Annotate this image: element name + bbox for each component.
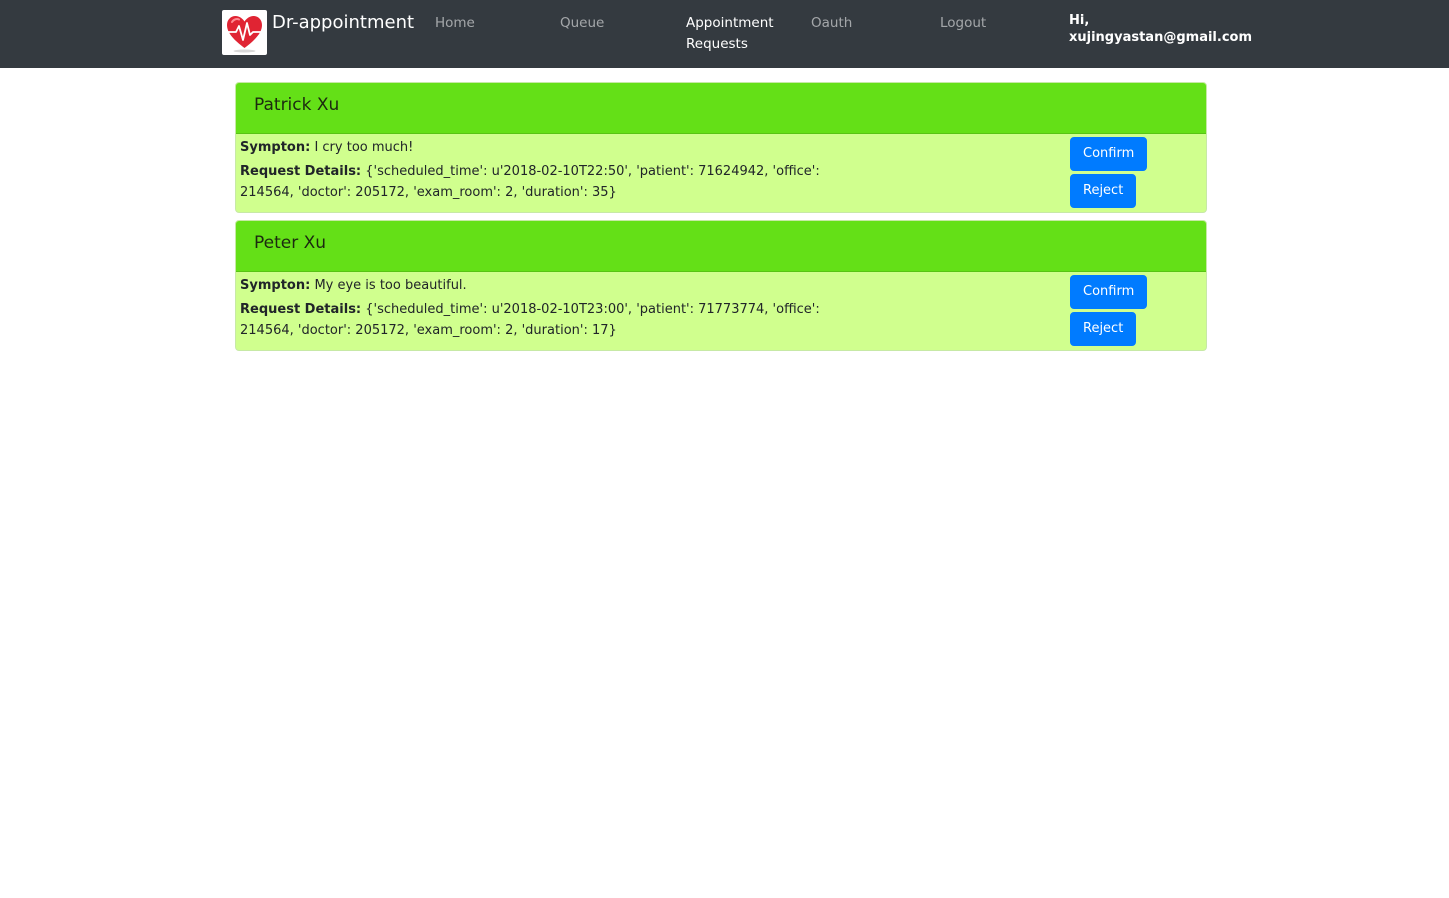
navbar: Dr-appointment Home Queue Appointment Re… bbox=[0, 0, 1449, 68]
sympton-value: My eye is too beautiful. bbox=[314, 278, 467, 293]
card-header: Patrick Xu bbox=[236, 83, 1206, 134]
reject-button[interactable]: Reject bbox=[1070, 174, 1137, 208]
request-details-line: Request Details: {'scheduled_time': u'20… bbox=[240, 299, 850, 341]
patient-name: Peter Xu bbox=[254, 233, 327, 253]
user-email: xujingyastan@gmail.com bbox=[1069, 30, 1252, 45]
nav-logout[interactable]: Logout bbox=[940, 13, 986, 34]
card-body: Sympton: I cry too much! Request Details… bbox=[236, 134, 1206, 212]
user-greeting: Hi, xujingyastan@gmail.com bbox=[1069, 12, 1269, 46]
sympton-value: I cry too much! bbox=[314, 140, 414, 155]
sympton-line: Sympton: My eye is too beautiful. bbox=[240, 275, 850, 296]
request-card: Patrick Xu Sympton: I cry too much! Requ… bbox=[235, 82, 1207, 213]
heart-pulse-icon[interactable] bbox=[222, 10, 267, 55]
request-card: Peter Xu Sympton: My eye is too beautifu… bbox=[235, 220, 1207, 351]
confirm-button[interactable]: Confirm bbox=[1070, 275, 1148, 309]
reject-button[interactable]: Reject bbox=[1070, 312, 1137, 346]
card-header: Peter Xu bbox=[236, 221, 1206, 272]
brand-name[interactable]: Dr-appointment bbox=[272, 12, 414, 33]
confirm-button[interactable]: Confirm bbox=[1070, 137, 1148, 171]
nav-appointment-requests[interactable]: Appointment Requests bbox=[686, 13, 786, 55]
nav-queue[interactable]: Queue bbox=[560, 13, 604, 34]
greeting-hi: Hi, bbox=[1069, 13, 1090, 28]
nav-home[interactable]: Home bbox=[435, 13, 475, 34]
sympton-label: Sympton: bbox=[240, 140, 311, 155]
request-details-label: Request Details: bbox=[240, 164, 362, 179]
nav-oauth[interactable]: Oauth bbox=[811, 13, 852, 34]
request-details-line: Request Details: {'scheduled_time': u'20… bbox=[240, 161, 850, 203]
card-body: Sympton: My eye is too beautiful. Reques… bbox=[236, 272, 1206, 350]
request-details-label: Request Details: bbox=[240, 302, 362, 317]
patient-name: Patrick Xu bbox=[254, 95, 340, 115]
sympton-label: Sympton: bbox=[240, 278, 311, 293]
sympton-line: Sympton: I cry too much! bbox=[240, 137, 850, 158]
